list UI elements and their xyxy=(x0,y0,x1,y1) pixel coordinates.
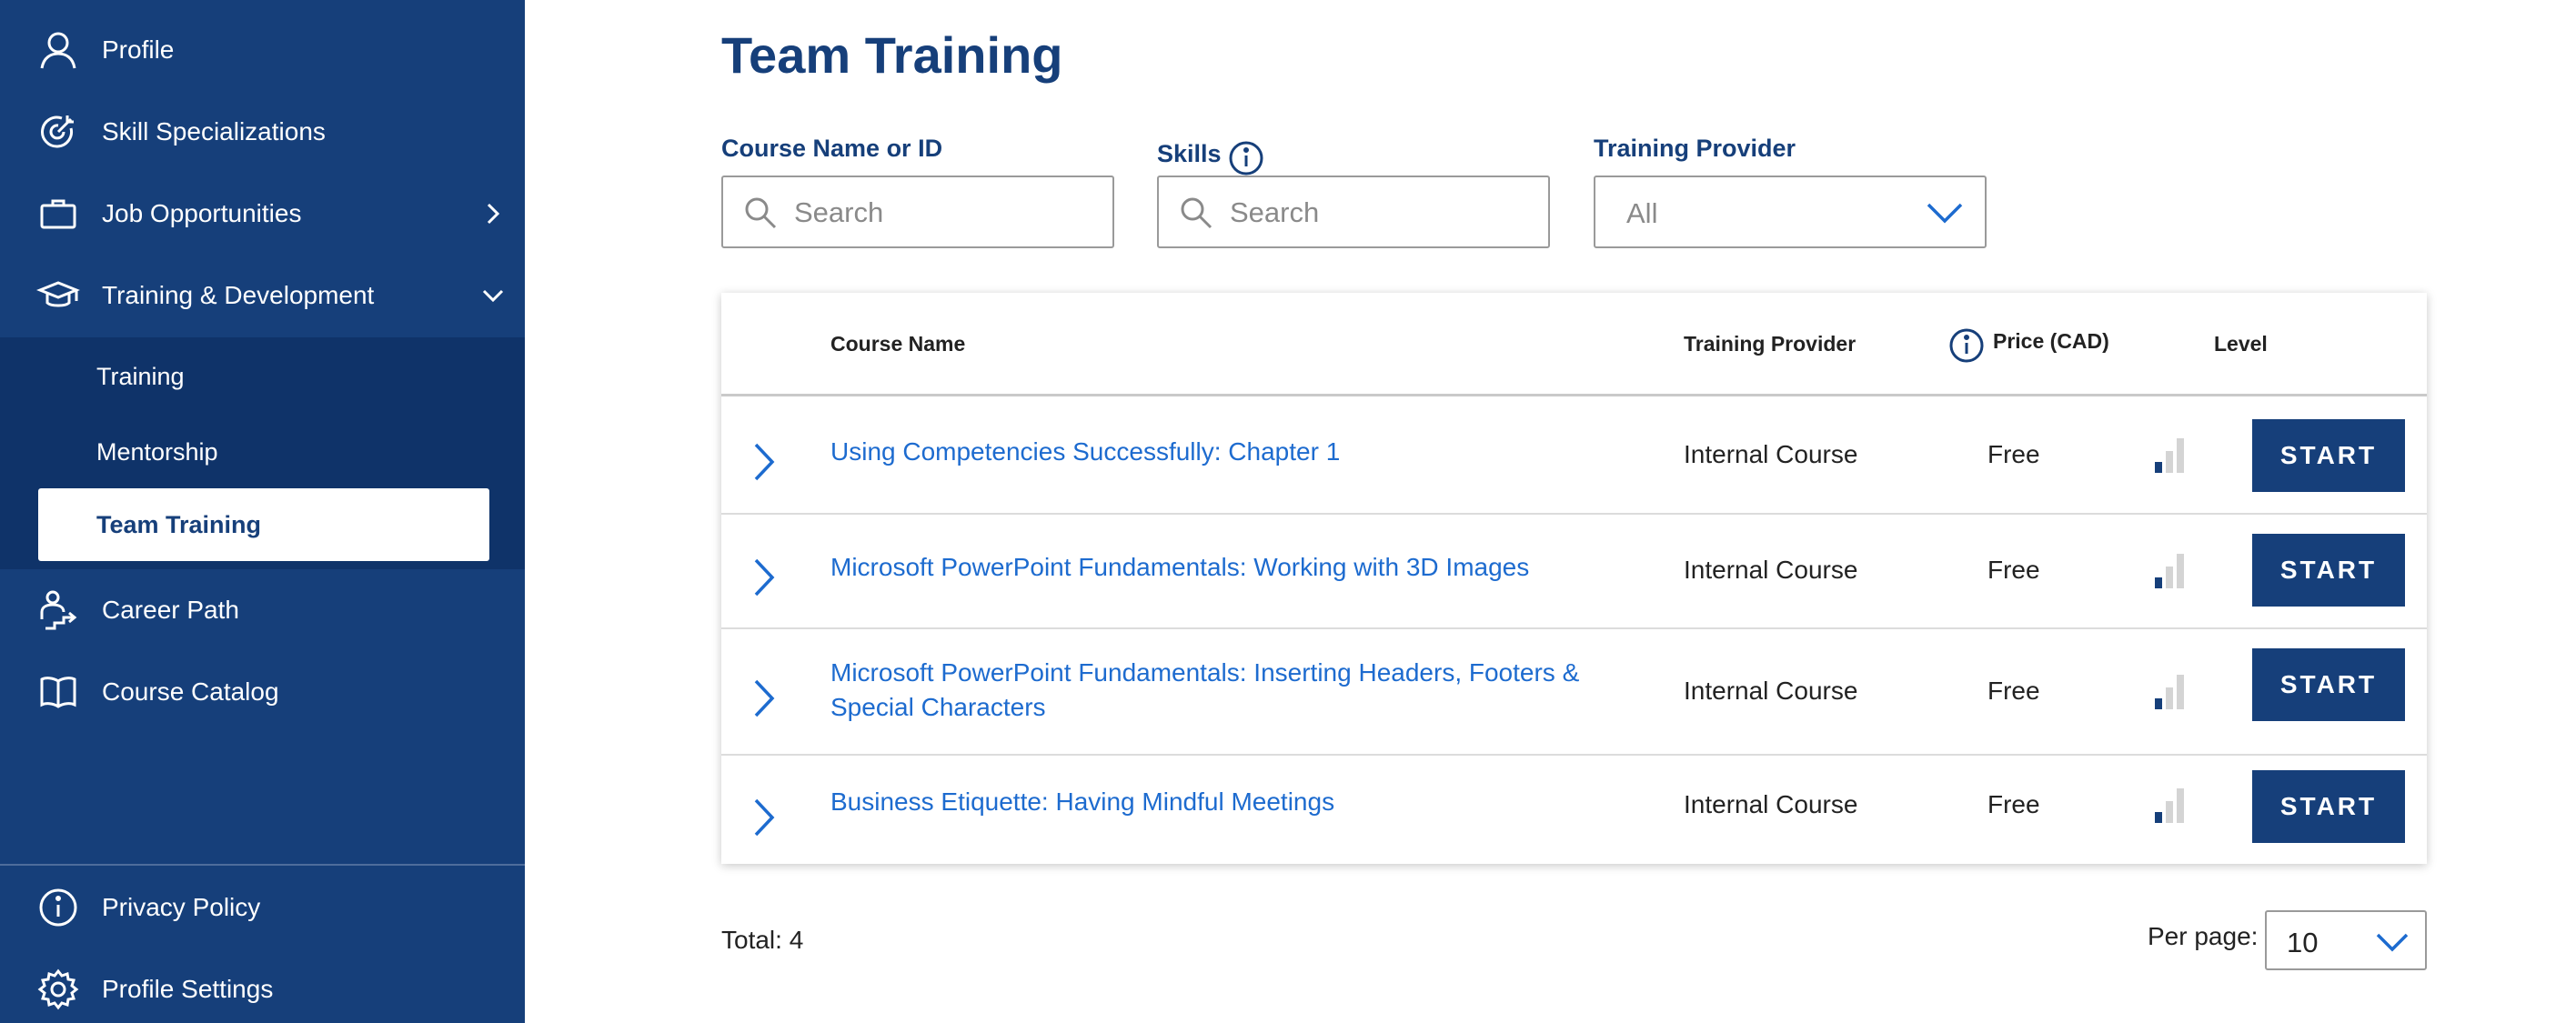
chevron-down-icon xyxy=(2376,933,2409,952)
column-header-training-provider[interactable]: Training Provider xyxy=(1684,332,1856,356)
course-price: Free xyxy=(1987,440,2040,468)
info-icon xyxy=(36,886,80,929)
training-subnav: Training Mentorship Team Training xyxy=(0,337,525,569)
level-signal-icon xyxy=(2155,554,2184,588)
chevron-right-icon[interactable] xyxy=(749,676,780,721)
graduation-cap-icon xyxy=(36,274,80,317)
courses-table: Course Name Training Provider Price (CAD… xyxy=(721,293,2427,864)
sidebar-subitem-training[interactable]: Training xyxy=(0,340,525,413)
per-page-label: Per page: xyxy=(2148,922,2259,950)
course-price: Free xyxy=(1987,790,2040,818)
course-price: Free xyxy=(1987,677,2040,705)
course-provider: Internal Course xyxy=(1684,677,1858,705)
course-search-input[interactable] xyxy=(794,192,1094,234)
sidebar: Profile Skill Specializations Job Opport… xyxy=(0,0,525,1023)
course-search-field xyxy=(721,176,1114,248)
level-signal-icon xyxy=(2155,675,2184,709)
sidebar-subitem-team-training[interactable]: Team Training xyxy=(38,488,489,561)
course-provider: Internal Course xyxy=(1684,556,1858,584)
sidebar-item-career-path[interactable]: Career Path xyxy=(0,569,525,651)
chevron-down-icon xyxy=(1927,203,1963,224)
sidebar-item-label: Course Catalog xyxy=(102,677,279,706)
skills-filter-label: Skills xyxy=(1157,140,1222,167)
gear-icon xyxy=(36,968,80,1011)
provider-select[interactable]: All xyxy=(1594,176,1987,248)
start-button[interactable]: START xyxy=(2252,419,2405,492)
sidebar-subitem-label: Team Training xyxy=(96,510,262,538)
start-button[interactable]: START xyxy=(2252,648,2405,721)
start-button[interactable]: START xyxy=(2252,770,2405,843)
course-name-link[interactable]: Business Etiquette: Having Mindful Meeti… xyxy=(830,785,1595,819)
table-row: Microsoft PowerPoint Fundamentals: Worki… xyxy=(721,515,2427,629)
table-row: Using Competencies Successfully: Chapter… xyxy=(721,399,2427,515)
level-signal-icon xyxy=(2155,438,2184,473)
course-filter-label: Course Name or ID xyxy=(721,135,943,162)
sidebar-item-course-catalog[interactable]: Course Catalog xyxy=(0,651,525,733)
sidebar-item-skill-specializations[interactable]: Skill Specializations xyxy=(0,91,525,173)
per-page-select[interactable]: 10 xyxy=(2265,910,2427,970)
book-icon xyxy=(36,670,80,714)
main-content: Team Training Course Name or ID Skills T… xyxy=(525,0,2576,1023)
price-info-icon[interactable] xyxy=(1948,327,1985,364)
sidebar-item-label: Training & Development xyxy=(102,281,375,309)
sidebar-subitem-mentorship[interactable]: Mentorship xyxy=(0,416,525,488)
page-title: Team Training xyxy=(721,26,1063,84)
sidebar-item-job-opportunities[interactable]: Job Opportunities xyxy=(0,173,525,255)
table-header: Course Name Training Provider Price (CAD… xyxy=(721,293,2427,396)
person-icon xyxy=(36,28,80,72)
sidebar-item-privacy-policy[interactable]: Privacy Policy xyxy=(0,867,525,948)
sidebar-item-label: Profile xyxy=(102,35,175,64)
skills-info-icon[interactable] xyxy=(1228,140,1264,176)
per-page-value: 10 xyxy=(2287,927,2319,958)
column-header-course-name[interactable]: Course Name xyxy=(830,332,965,356)
sidebar-item-label: Career Path xyxy=(102,596,239,624)
sidebar-item-label: Privacy Policy xyxy=(102,893,261,921)
course-provider: Internal Course xyxy=(1684,440,1858,468)
search-icon xyxy=(745,197,777,229)
course-name-link[interactable]: Microsoft PowerPoint Fundamentals: Worki… xyxy=(830,550,1595,585)
target-icon xyxy=(36,110,80,154)
column-header-price[interactable]: Price (CAD) xyxy=(1993,329,2109,354)
provider-select-value: All xyxy=(1626,197,1658,229)
sidebar-item-profile[interactable]: Profile xyxy=(0,9,525,91)
provider-filter-label: Training Provider xyxy=(1594,135,1796,162)
sidebar-item-profile-settings[interactable]: Profile Settings xyxy=(0,948,525,1023)
briefcase-icon xyxy=(36,192,80,236)
course-name-link[interactable]: Using Competencies Successfully: Chapter… xyxy=(830,435,1595,469)
search-icon xyxy=(1181,197,1213,229)
skills-search-input[interactable] xyxy=(1230,192,1530,234)
chevron-right-icon[interactable] xyxy=(749,555,780,600)
career-path-icon xyxy=(36,588,80,632)
chevron-right-icon[interactable] xyxy=(749,439,780,485)
chevron-right-icon[interactable] xyxy=(749,795,780,840)
chevron-right-icon xyxy=(487,203,500,225)
sidebar-item-label: Job Opportunities xyxy=(102,199,302,227)
sidebar-divider xyxy=(0,864,525,866)
table-row: Microsoft PowerPoint Fundamentals: Inser… xyxy=(721,629,2427,756)
sidebar-item-label: Profile Settings xyxy=(102,975,274,1003)
sidebar-item-training-development[interactable]: Training & Development xyxy=(0,255,525,336)
sidebar-item-label: Skill Specializations xyxy=(102,117,326,145)
total-count: Total: 4 xyxy=(721,926,804,954)
column-header-level[interactable]: Level xyxy=(2214,332,2268,356)
sidebar-subitem-label: Mentorship xyxy=(96,437,218,466)
course-price: Free xyxy=(1987,556,2040,584)
level-signal-icon xyxy=(2155,788,2184,823)
course-name-link[interactable]: Microsoft PowerPoint Fundamentals: Inser… xyxy=(830,656,1595,725)
sidebar-subitem-label: Training xyxy=(96,362,185,390)
start-button[interactable]: START xyxy=(2252,534,2405,607)
course-provider: Internal Course xyxy=(1684,790,1858,818)
table-row: Business Etiquette: Having Mindful Meeti… xyxy=(721,756,2427,864)
skills-search-field xyxy=(1157,176,1550,248)
chevron-down-icon xyxy=(482,289,504,303)
